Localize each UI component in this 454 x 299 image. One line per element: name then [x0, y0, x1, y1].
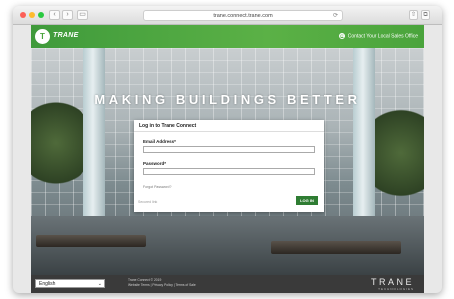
back-button[interactable]: ‹ — [49, 10, 60, 20]
forward-button[interactable]: › — [62, 10, 73, 20]
footer-legal: Trane Connect © 2019 Website Terms | Pri… — [128, 278, 196, 288]
trane-logo-icon[interactable]: T — [35, 29, 50, 44]
address-bar[interactable]: trane.connect.trane.com ⟳ — [143, 10, 343, 21]
site-footer: English ⌄ Trane Connect © 2019 Website T… — [31, 275, 424, 293]
phone-icon: ☎ — [338, 33, 345, 39]
bench-right — [271, 241, 401, 254]
forgot-password-link[interactable]: Forgot Password? — [143, 185, 171, 189]
sidebar-toggle-icon[interactable]: ▭ — [77, 10, 88, 20]
password-label: Password* — [143, 161, 167, 166]
share-icon[interactable]: ⇧ — [409, 10, 418, 20]
reload-icon[interactable]: ⟳ — [333, 11, 338, 21]
tabs-icon[interactable]: ⧉ — [421, 10, 430, 20]
browser-toolbar: ‹ › ▭ trane.connect.trane.com ⟳ ⇧ ⧉ — [13, 6, 442, 25]
contact-sales-link[interactable]: ☎ Contact Your Local Sales Office — [338, 33, 418, 40]
url-text: trane.connect.trane.com — [213, 13, 273, 19]
trane-technologies-logo: TRANE — [370, 277, 414, 287]
close-window-button[interactable] — [20, 12, 26, 18]
secure-note: Secured link — [138, 200, 158, 204]
browser-window: ‹ › ▭ trane.connect.trane.com ⟳ ⇧ ⧉ T TR… — [13, 6, 442, 293]
minimize-window-button[interactable] — [29, 12, 35, 18]
password-field[interactable] — [143, 168, 315, 175]
contact-sales-label: Contact Your Local Sales Office — [347, 33, 418, 40]
login-card: Log in to Trane Connect Email Address* P… — [134, 120, 324, 212]
hero-tagline: MAKING BUILDINGS BETTER — [94, 92, 361, 107]
email-field[interactable] — [143, 146, 315, 153]
chevron-down-icon: ⌄ — [97, 281, 102, 287]
trane-logo-text[interactable]: TRANE — [53, 32, 79, 39]
footer-links[interactable]: Website Terms | Privacy Policy | Terms o… — [128, 283, 196, 288]
language-select[interactable]: English ⌄ — [35, 279, 105, 288]
bench-left — [36, 235, 146, 247]
language-value: English — [39, 281, 56, 287]
login-title: Log in to Trane Connect — [134, 120, 324, 132]
zoom-window-button[interactable] — [38, 12, 44, 18]
web-page: T TRANE ☎ Contact Your Local Sales Office… — [31, 25, 424, 293]
email-label: Email Address* — [143, 139, 176, 144]
login-button[interactable]: LOG IN — [296, 196, 318, 205]
trane-technologies-subtitle: TECHNOLOGIES — [378, 287, 414, 291]
site-header: T TRANE ☎ Contact Your Local Sales Office — [31, 25, 424, 48]
